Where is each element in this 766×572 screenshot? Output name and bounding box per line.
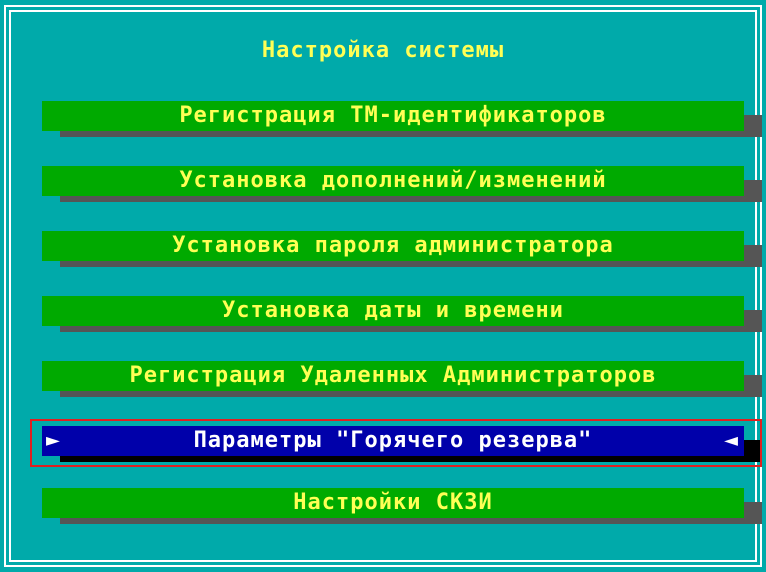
menu-item-date-time[interactable]: Установка даты и времени [42,296,762,332]
menu-item-label[interactable]: Установка даты и времени [42,296,744,326]
menu-item-label[interactable]: Настройки СКЗИ [42,488,744,518]
menu-item-admin-password[interactable]: Установка пароля администратора [42,231,762,267]
menu-item-remote-admins[interactable]: Регистрация Удаленных Администраторов [42,361,762,397]
selection-highlight-box [30,419,762,467]
window-title: Настройка системы [261,38,505,63]
menu-item-install-updates[interactable]: Установка дополнений/изменений [42,166,762,202]
menu-item-skzi-settings[interactable]: Настройки СКЗИ [42,488,762,524]
menu-item-label[interactable]: Регистрация Удаленных Администраторов [42,361,744,391]
menu-item-label[interactable]: Установка дополнений/изменений [42,166,744,196]
window-frame-inner [9,10,757,562]
dos-screen: Настройка системы Регистрация ТМ-идентиф… [0,0,766,572]
menu-item-label[interactable]: Регистрация ТМ-идентификаторов [42,101,744,131]
menu-item-label[interactable]: Установка пароля администратора [42,231,744,261]
menu-item-tm-registration[interactable]: Регистрация ТМ-идентификаторов [42,101,762,137]
